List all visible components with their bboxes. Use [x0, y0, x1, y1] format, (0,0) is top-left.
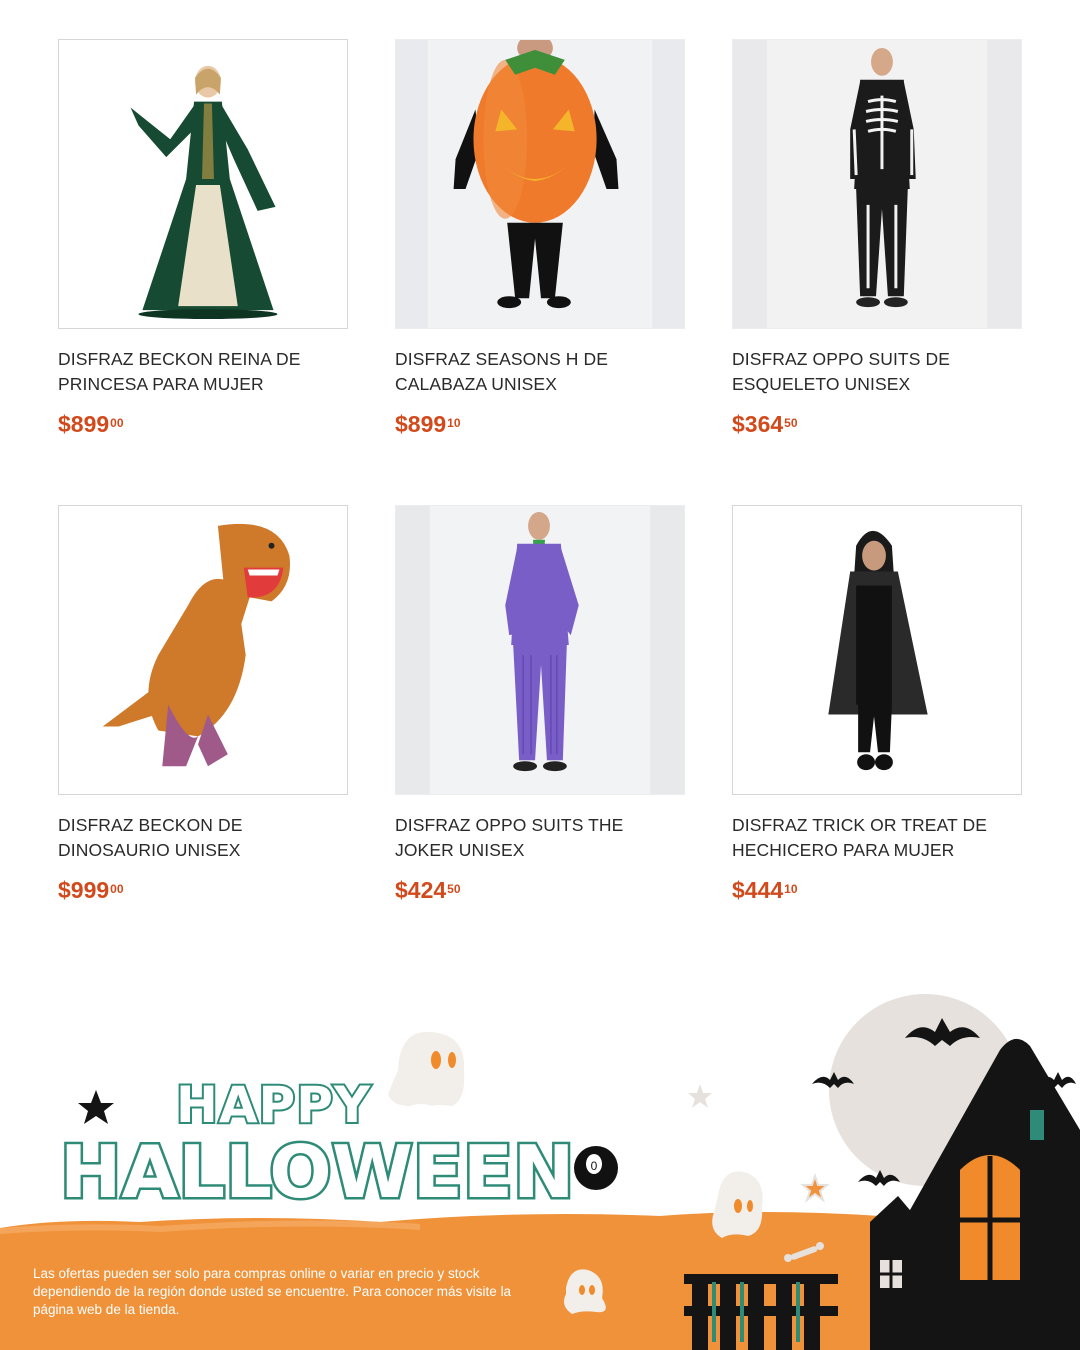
product-price: $99900 [58, 877, 124, 903]
product-card[interactable]: DISFRAZ TRICK OR TREAT DE HECHICERO PARA… [732, 505, 1022, 903]
product-card[interactable]: DISFRAZ OPPO SUITS THE JOKER UNISEX $424… [395, 505, 685, 903]
product-price: $42450 [395, 877, 461, 903]
fence-icon [684, 1274, 838, 1350]
happy-text: HAPPY [174, 1076, 372, 1134]
product-image-pumpkin[interactable] [395, 39, 685, 329]
star-icon [800, 1172, 830, 1203]
product-title[interactable]: DISFRAZ BECKON DE DINOSAURIO UNISEX [58, 813, 348, 863]
product-price: $44410 [732, 877, 798, 903]
product-title[interactable]: DISFRAZ OPPO SUITS THE JOKER UNISEX [395, 813, 685, 863]
product-card[interactable]: DISFRAZ SEASONS H DE CALABAZA UNISEX $89… [395, 39, 685, 437]
product-title[interactable]: DISFRAZ OPPO SUITS DE ESQUELETO UNISEX [732, 347, 1022, 397]
offer-disclaimer: Las ofertas pueden ser solo para compras… [33, 1266, 512, 1317]
product-image-dinosaur[interactable] [58, 505, 348, 795]
product-price: $36450 [732, 411, 798, 437]
eight-ball-icon: 0 [574, 1146, 618, 1190]
product-card[interactable]: DISFRAZ OPPO SUITS DE ESQUELETO UNISEX $… [732, 39, 1022, 437]
product-price: $89900 [58, 411, 124, 437]
product-title[interactable]: DISFRAZ TRICK OR TREAT DE HECHICERO PARA… [732, 813, 1022, 863]
product-title[interactable]: DISFRAZ BECKON REINA DE PRINCESA PARA MU… [58, 347, 348, 397]
ghost-icon [712, 1171, 763, 1238]
product-card[interactable]: DISFRAZ BECKON REINA DE PRINCESA PARA MU… [58, 39, 348, 437]
product-image-princess[interactable] [58, 39, 348, 329]
product-card[interactable]: DISFRAZ BECKON DE DINOSAURIO UNISEX $999… [58, 505, 348, 903]
product-title[interactable]: DISFRAZ SEASONS H DE CALABAZA UNISEX [395, 347, 685, 397]
halloween-text: HALLOWEEN [57, 1130, 577, 1215]
happy-halloween-title: HAPPY HALLOWEEN [57, 1076, 577, 1215]
product-image-skeleton[interactable] [732, 39, 1022, 329]
svg-text:0: 0 [591, 1159, 598, 1173]
star-icon [688, 1084, 712, 1108]
product-price: $89910 [395, 411, 461, 437]
product-image-joker[interactable] [395, 505, 685, 795]
product-image-witch-cape[interactable] [732, 505, 1022, 795]
